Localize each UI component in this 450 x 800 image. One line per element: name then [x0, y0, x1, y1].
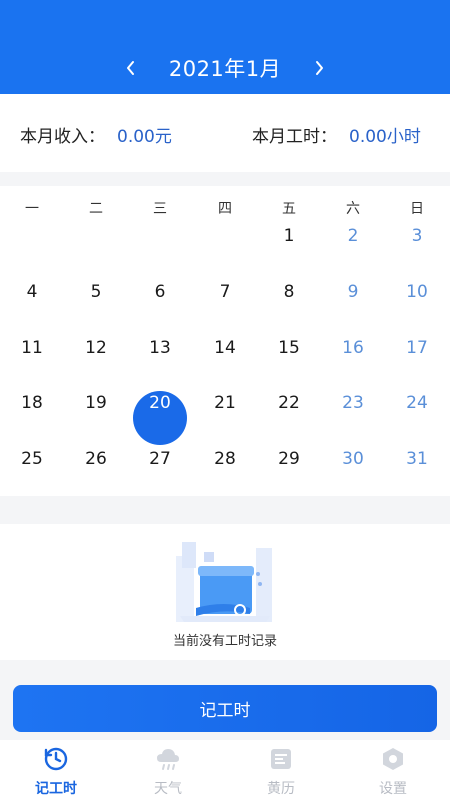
calendar-day[interactable]: 21 — [193, 388, 257, 418]
calendar-day[interactable]: 4 — [0, 277, 64, 307]
chevron-left-icon — [126, 61, 134, 75]
calendar-day[interactable]: 17 — [385, 333, 449, 363]
weekday-label: 四 — [218, 201, 232, 217]
tab-record-hours[interactable]: 记工时 — [16, 746, 96, 798]
next-month-button[interactable] — [307, 56, 331, 80]
almanac-book-icon — [271, 749, 291, 769]
tab-settings-label: 设置 — [379, 781, 407, 797]
hours-value: 0.00小时 — [349, 127, 421, 147]
hours-summary: 本月工时： 0.00小时 — [252, 122, 421, 147]
calendar-grid: 一二三四五六日 1 2 3 4 5 6 7 8 9 10 11 12 13 14 15 16 17 18 19 20 2… — [0, 186, 450, 496]
calendar-day[interactable]: 7 — [193, 277, 257, 307]
calendar-day[interactable]: 16 — [321, 333, 385, 363]
weekday-header: 一二三四五六日 — [0, 198, 450, 218]
calendar-day[interactable]: 27 — [128, 444, 192, 474]
empty-records-illustration — [176, 542, 272, 622]
weekday-label: 五 — [282, 201, 296, 217]
income-label: 本月收入： — [20, 127, 105, 147]
calendar-day[interactable]: 12 — [64, 333, 128, 363]
settings-hexagon-icon — [383, 748, 403, 770]
weekday-label: 三 — [153, 201, 167, 217]
clock-refresh-icon — [44, 747, 68, 771]
bottom-tab-bar: 记工时 天气 黄历 设置 — [0, 740, 450, 800]
weekday-label: 二 — [89, 201, 103, 217]
tab-record-hours-label: 记工时 — [35, 781, 77, 797]
calendar-day[interactable]: 25 — [0, 444, 64, 474]
calendar-day[interactable]: 15 — [257, 333, 321, 363]
tab-settings[interactable]: 设置 — [353, 746, 433, 798]
calendar-day[interactable]: 26 — [64, 444, 128, 474]
prev-month-button[interactable] — [119, 56, 143, 80]
cloud-rain-icon — [157, 749, 179, 770]
calendar-day[interactable]: 13 — [128, 333, 192, 363]
calendar-day[interactable]: 23 — [321, 388, 385, 418]
month-title[interactable]: 2021年1月 — [169, 53, 281, 83]
calendar-day[interactable]: 8 — [257, 277, 321, 307]
calendar-day[interactable]: 3 — [385, 221, 449, 251]
income-summary: 本月收入： 0.00元 — [20, 122, 172, 147]
tab-almanac[interactable]: 黄历 — [241, 746, 321, 798]
calendar-day[interactable]: 18 — [0, 388, 64, 418]
weekday-label: 六 — [346, 201, 360, 217]
tab-almanac-label: 黄历 — [267, 781, 295, 797]
weekday-label: 一 — [25, 201, 39, 217]
calendar-day[interactable]: 9 — [321, 277, 385, 307]
calendar-day[interactable]: 2 — [321, 221, 385, 251]
calendar-day[interactable]: 29 — [257, 444, 321, 474]
calendar-day[interactable]: 28 — [193, 444, 257, 474]
calendar-day[interactable]: 10 — [385, 277, 449, 307]
income-value: 0.00元 — [117, 127, 172, 147]
calendar-day[interactable]: 1 — [257, 221, 321, 251]
calendar-day[interactable]: 22 — [257, 388, 321, 418]
hours-label: 本月工时： — [252, 127, 337, 147]
app-header: 2021年1月 — [0, 0, 450, 94]
calendar-day[interactable]: 30 — [321, 444, 385, 474]
month-navigator: 2021年1月 — [0, 48, 450, 88]
calendar-day[interactable]: 31 — [385, 444, 449, 474]
calendar-day[interactable]: 14 — [193, 333, 257, 363]
tab-weather[interactable]: 天气 — [128, 746, 208, 798]
empty-state: 当前没有工时记录 — [0, 524, 450, 660]
calendar-day[interactable]: 19 — [64, 388, 128, 418]
empty-message: 当前没有工时记录 — [172, 634, 277, 649]
chevron-right-icon — [316, 61, 324, 75]
calendar-day[interactable]: 24 — [385, 388, 449, 418]
calendar-day[interactable]: 5 — [64, 277, 128, 307]
month-summary: 本月收入： 0.00元 本月工时： 0.00小时 — [0, 94, 450, 172]
calendar-day[interactable]: 6 — [128, 277, 192, 307]
tab-weather-label: 天气 — [154, 781, 182, 797]
calendar-day[interactable]: 11 — [0, 333, 64, 363]
weekday-label: 日 — [410, 201, 424, 217]
calendar-day[interactable]: 20 — [128, 388, 192, 418]
record-hours-button[interactable]: 记工时 — [13, 685, 437, 732]
